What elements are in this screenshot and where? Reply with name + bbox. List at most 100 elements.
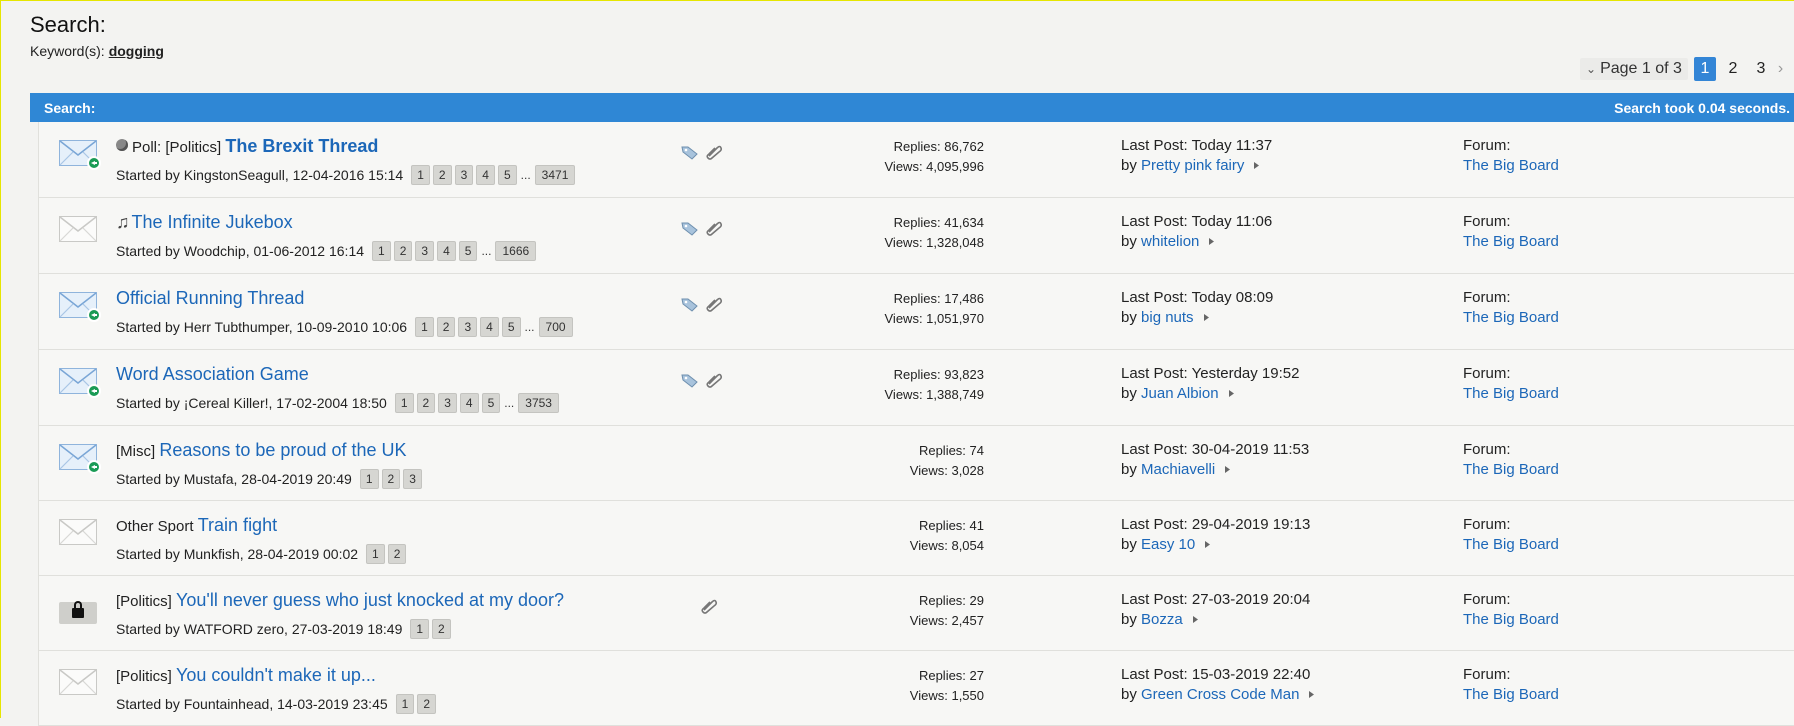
last-post-user-link[interactable]: Bozza <box>1141 611 1183 628</box>
next-page-icon[interactable]: › <box>1778 60 1783 78</box>
thread-page-link[interactable]: 1 <box>415 317 434 337</box>
thread-title-link[interactable]: The Infinite Jukebox <box>132 212 293 232</box>
thread-page-link[interactable]: 3 <box>403 469 422 489</box>
go-to-last-post-icon[interactable] <box>1223 460 1232 473</box>
thread-title-link[interactable]: Word Association Game <box>116 364 309 384</box>
tag-icon[interactable] <box>681 144 699 160</box>
thread-page-link[interactable]: 2 <box>387 544 407 564</box>
last-post: Last Post: 15-03-2019 22:40 by Green Cros… <box>1121 665 1316 705</box>
thread-stats: Replies: 74 Views: 3,028 <box>910 441 984 481</box>
thread-page-link[interactable]: 4 <box>476 165 495 185</box>
go-to-first-unread-icon[interactable] <box>87 156 101 170</box>
go-to-first-unread-icon[interactable] <box>87 460 101 474</box>
thread-title-link[interactable]: You couldn't make it up... <box>176 665 376 685</box>
go-to-last-post-icon[interactable] <box>1191 610 1200 623</box>
forum-link[interactable]: The Big Board <box>1463 232 1559 252</box>
attachment-icon[interactable] <box>705 220 723 236</box>
forum-link[interactable]: The Big Board <box>1463 685 1559 705</box>
go-to-last-post-icon[interactable] <box>1202 308 1211 321</box>
forum-label: Forum: <box>1463 213 1511 230</box>
last-post-user-link[interactable]: big nuts <box>1141 309 1194 326</box>
go-to-last-post-icon[interactable] <box>1227 384 1236 397</box>
go-to-first-unread-icon[interactable] <box>87 384 101 398</box>
attachment-icon[interactable] <box>705 296 723 312</box>
page-button-2[interactable]: 2 <box>1722 57 1744 81</box>
envelope-icon[interactable] <box>59 669 97 695</box>
thread-title-link[interactable]: Official Running Thread <box>116 288 304 308</box>
views-count: Views: 2,457 <box>909 613 984 628</box>
thread-last-page-link[interactable]: 1666 <box>495 241 537 261</box>
forum-label: Forum: <box>1463 666 1511 683</box>
last-post-user-link[interactable]: Easy 10 <box>1141 536 1195 553</box>
tag-icon[interactable] <box>681 296 699 312</box>
envelope-new-icon[interactable] <box>59 368 101 398</box>
last-post-user-link[interactable]: Pretty pink fairy <box>1141 157 1244 174</box>
thread-title-line: Word Association Game <box>116 364 309 385</box>
forum-link[interactable]: The Big Board <box>1463 610 1559 630</box>
thread-title-line: [Misc] Reasons to be proud of the UK <box>116 440 407 461</box>
thread-page-link[interactable]: 2 <box>381 469 401 489</box>
last-post: Last Post: Today 11:37 by Pretty pink fai… <box>1121 136 1272 176</box>
thread-page-link[interactable]: 5 <box>458 241 478 261</box>
thread-page-link[interactable]: 5 <box>497 165 517 185</box>
thread-title-link[interactable]: The Brexit Thread <box>225 136 378 156</box>
go-to-last-post-icon[interactable] <box>1207 232 1216 245</box>
thread-page-link[interactable]: 4 <box>480 317 499 337</box>
thread-row: Word Association Game Started by ¡Cereal … <box>38 350 1794 426</box>
attachment-icon[interactable] <box>705 372 723 388</box>
forum-link[interactable]: The Big Board <box>1463 308 1559 328</box>
thread-page-link[interactable]: 4 <box>437 241 456 261</box>
tag-icon[interactable] <box>681 220 699 236</box>
go-to-last-post-icon[interactable] <box>1252 156 1261 169</box>
envelope-new-icon[interactable] <box>59 292 101 322</box>
go-to-first-unread-icon[interactable] <box>87 308 101 322</box>
last-post-user-link[interactable]: Machiavelli <box>1141 461 1215 478</box>
thread-page-link[interactable]: 1 <box>411 165 430 185</box>
thread-last-page-link[interactable]: 3753 <box>518 393 559 413</box>
thread-page-link[interactable]: 2 <box>417 694 437 714</box>
last-post-user-link[interactable]: whitelion <box>1141 233 1199 250</box>
thread-page-link[interactable]: 4 <box>459 393 479 413</box>
thread-page-link[interactable]: 1 <box>366 544 385 564</box>
thread-page-link[interactable]: 3 <box>458 317 478 337</box>
thread-title-link[interactable]: Train fight <box>198 515 277 535</box>
thread-page-link[interactable]: 2 <box>393 241 413 261</box>
envelope-new-icon[interactable] <box>59 140 101 170</box>
forum-link[interactable]: The Big Board <box>1463 156 1559 176</box>
thread-page-link[interactable]: 1 <box>394 393 414 413</box>
last-post-user-link[interactable]: Green Cross Code Man <box>1141 686 1299 703</box>
thread-page-link[interactable]: 2 <box>432 619 451 639</box>
forum-link[interactable]: The Big Board <box>1463 535 1559 555</box>
envelope-icon[interactable] <box>59 519 97 545</box>
last-post-user-link[interactable]: Juan Albion <box>1141 385 1219 402</box>
forum-link[interactable]: The Big Board <box>1463 384 1559 404</box>
go-to-last-post-icon[interactable] <box>1307 685 1316 698</box>
thread-title-link[interactable]: Reasons to be proud of the UK <box>159 440 406 460</box>
thread-page-link[interactable]: 2 <box>436 317 456 337</box>
envelope-icon[interactable] <box>59 216 97 242</box>
thread-page-link[interactable]: 1 <box>410 619 430 639</box>
attachment-icon[interactable] <box>705 144 723 160</box>
keyword-link[interactable]: dogging <box>109 43 164 59</box>
thread-title-link[interactable]: You'll never guess who just knocked at m… <box>176 590 564 610</box>
thread-page-link[interactable]: 1 <box>372 241 391 261</box>
forum-link[interactable]: The Big Board <box>1463 460 1559 480</box>
thread-page-link[interactable]: 1 <box>395 694 415 714</box>
thread-page-link[interactable]: 3 <box>415 241 435 261</box>
thread-page-link[interactable]: 1 <box>359 469 379 489</box>
thread-page-link[interactable]: 2 <box>432 165 452 185</box>
thread-last-page-link[interactable]: 3471 <box>534 165 576 185</box>
thread-page-link[interactable]: 5 <box>501 317 521 337</box>
envelope-new-icon[interactable] <box>59 444 101 474</box>
page-button-1[interactable]: 1 <box>1693 57 1716 81</box>
thread-last-page-link[interactable]: 700 <box>538 317 573 337</box>
thread-page-link[interactable]: 3 <box>454 165 474 185</box>
thread-page-link[interactable]: 2 <box>416 393 436 413</box>
go-to-last-post-icon[interactable] <box>1203 535 1212 548</box>
thread-page-link[interactable]: 3 <box>438 393 457 413</box>
page-jump-dropdown[interactable]: ⌄ Page 1 of 3 <box>1580 58 1688 80</box>
thread-page-link[interactable]: 5 <box>481 393 501 413</box>
tag-icon[interactable] <box>681 372 699 388</box>
attachment-icon[interactable] <box>700 598 718 614</box>
page-button-3[interactable]: 3 <box>1750 57 1772 81</box>
